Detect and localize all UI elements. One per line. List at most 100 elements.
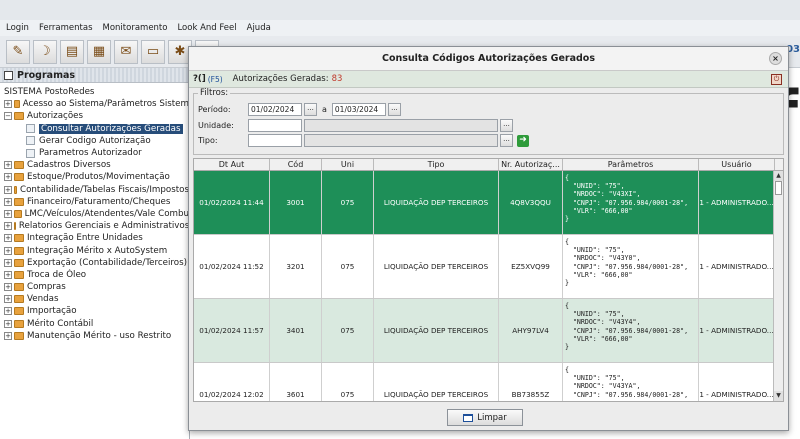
clear-button-label: Limpar — [477, 412, 507, 423]
col-parametros[interactable]: Parâmetros — [563, 159, 699, 170]
expand-icon[interactable]: + — [4, 173, 12, 182]
sidebar-item[interactable]: + Mérito Contábil — [0, 318, 189, 330]
table-row[interactable]: 01/02/2024 11:57 3401 075 LIQUIDAÇÃO DEP TE… — [194, 299, 783, 363]
sidebar-item-label: Parametros Autorizador — [39, 148, 142, 159]
toolbar-card-icon[interactable]: ▭ — [141, 39, 165, 64]
sidebar-item[interactable]: + Relatorios Gerenciais e Administrativos — [0, 220, 189, 232]
sidebar-item[interactable]: + Exportação (Contabilidade/Terceiros) — [0, 257, 189, 269]
count-label: Autorizações Geradas: — [232, 74, 329, 84]
sidebar-item[interactable]: + Cadastros Diversos — [0, 159, 189, 171]
toolbar-moon-icon[interactable]: ☽ — [33, 39, 57, 64]
expand-icon[interactable]: + — [4, 331, 12, 340]
sidebar-item[interactable]: + Integração Entre Unidades — [0, 232, 189, 244]
sidebar-item[interactable]: + LMC/Veículos/Atendentes/Vale Combu — [0, 208, 189, 220]
col-nr-autorizacao[interactable]: Nr. Autorizaç... — [499, 159, 563, 170]
sidebar-item[interactable]: Parametros Autorizador — [0, 147, 189, 159]
periodo-from-field[interactable]: 01/02/2024 — [248, 103, 302, 116]
menu-login[interactable]: Login — [6, 23, 29, 33]
cell-uni: 075 — [322, 299, 374, 362]
expand-icon[interactable]: + — [4, 209, 12, 218]
unidade-picker[interactable]: ... — [500, 119, 513, 132]
tipo-label: Tipo: — [198, 136, 218, 145]
expand-icon[interactable]: + — [4, 283, 12, 292]
toolbar-calc-icon[interactable]: ▦ — [87, 39, 111, 64]
expand-icon[interactable]: + — [4, 234, 12, 243]
unidade-name-field — [304, 119, 498, 132]
tree-root[interactable]: SISTEMA PostoRedes — [0, 86, 189, 98]
collapse-icon[interactable]: − — [4, 112, 12, 121]
sidebar-item[interactable]: − Autorizações — [0, 110, 189, 122]
menu-ferramentas[interactable]: Ferramentas — [39, 23, 93, 33]
sidebar-title: Programas — [17, 69, 76, 81]
cell-tipo: LIQUIDAÇÃO DEP TERCEIROS — [374, 171, 499, 234]
sidebar-item[interactable]: + Vendas — [0, 293, 189, 305]
cell-tipo: LIQUIDAÇÃO DEP TERCEIROS — [374, 235, 499, 298]
cell-parametros: { "UNID": "75", "NRDOC": "V43XI", "CNPJ"… — [563, 171, 699, 234]
expand-icon[interactable]: + — [4, 161, 12, 170]
cell-tipo: LIQUIDAÇÃO DEP TERCEIROS — [374, 299, 499, 362]
col-dt-aut[interactable]: Dt Aut — [194, 159, 270, 170]
col-uni[interactable]: Uni — [322, 159, 374, 170]
cell-parametros: { "UNID": "75", "NRDOC": "V43YA", "CNPJ"… — [563, 363, 699, 401]
folder-icon — [14, 246, 24, 255]
periodo-to-field[interactable]: 01/03/2024 — [331, 103, 386, 116]
menu-monitoramento[interactable]: Monitoramento — [103, 23, 168, 33]
sidebar-item[interactable]: + Acesso ao Sistema/Parâmetros Sistem — [0, 98, 189, 110]
table-row[interactable]: 01/02/2024 12:02 3601 075 LIQUIDAÇÃO DEP TE… — [194, 363, 783, 401]
unidade-code-field[interactable] — [248, 119, 302, 132]
scroll-down-icon[interactable]: ▼ — [774, 391, 783, 401]
toolbar-doc-icon[interactable]: ✉ — [114, 39, 138, 64]
vertical-scrollbar[interactable]: ▲ ▼ — [773, 171, 783, 401]
sidebar-item[interactable]: + Manutenção Mérito - uso Restrito — [0, 330, 189, 342]
help-icon[interactable]: ?(] — [193, 74, 206, 84]
expand-icon[interactable]: + — [4, 222, 12, 231]
sidebar-item[interactable]: + Compras — [0, 281, 189, 293]
close-icon[interactable]: × — [769, 52, 782, 65]
sidebar-item[interactable]: + Integração Mérito x AutoSystem — [0, 244, 189, 256]
sidebar-item[interactable]: + Contabilidade/Tabelas Fiscais/Impostos — [0, 184, 189, 196]
sidebar-item-label: Acesso ao Sistema/Parâmetros Sistem — [22, 99, 189, 110]
expand-icon[interactable]: + — [4, 270, 12, 279]
scroll-thumb[interactable] — [775, 181, 782, 195]
programs-sidebar: Programas SISTEMA PostoRedes + Acesso ao … — [0, 68, 190, 439]
exit-icon[interactable]: ⏻ — [771, 74, 782, 85]
cell-parametros: { "UNID": "75", "NRDOC": "V43Y0", "CNPJ"… — [563, 235, 699, 298]
expand-icon[interactable]: + — [4, 246, 12, 255]
tipo-code-field[interactable] — [248, 134, 302, 147]
sidebar-item-label: Mérito Contábil — [27, 318, 94, 329]
expand-icon[interactable]: + — [4, 100, 12, 109]
periodo-to-picker[interactable]: ... — [387, 103, 401, 116]
table-row[interactable]: 01/02/2024 11:52 3201 075 LIQUIDAÇÃO DEP TE… — [194, 235, 783, 299]
search-arrow-icon[interactable]: ➜ — [517, 134, 529, 147]
cell-dt-aut: 01/02/2024 12:02 — [194, 363, 270, 401]
menu-ajuda[interactable]: Ajuda — [247, 23, 271, 33]
document-icon — [26, 124, 35, 134]
expand-icon[interactable]: + — [4, 307, 12, 316]
sidebar-item[interactable]: + Financeiro/Faturamento/Cheques — [0, 196, 189, 208]
sidebar-item[interactable]: + Importação — [0, 305, 189, 317]
cell-uni: 075 — [322, 235, 374, 298]
sidebar-item[interactable]: + Troca de Óleo — [0, 269, 189, 281]
expand-icon[interactable]: + — [4, 319, 12, 328]
sidebar-item[interactable]: Gerar Codigo Autorização — [0, 135, 189, 147]
col-usuario[interactable]: Usuário — [699, 159, 775, 170]
toolbar-tool-icon[interactable]: ✎ — [6, 39, 30, 64]
expand-icon[interactable]: + — [4, 197, 12, 206]
toolbar-printer-icon[interactable]: ▤ — [60, 39, 84, 64]
expand-icon[interactable]: + — [4, 258, 12, 267]
tipo-picker[interactable]: ... — [500, 134, 513, 147]
menu-look-and-feel[interactable]: Look And Feel — [177, 23, 236, 33]
expand-icon[interactable]: + — [4, 185, 12, 194]
sidebar-item[interactable]: Consultar Autorizações Geradas — [0, 123, 189, 135]
sidebar-item[interactable]: + Estoque/Produtos/Movimentação — [0, 171, 189, 183]
table-row[interactable]: 01/02/2024 11:44 3001 075 LIQUIDAÇÃO DEP TE… — [194, 171, 783, 235]
cell-cod: 3001 — [270, 171, 322, 234]
expand-icon[interactable]: + — [4, 295, 12, 304]
col-cod[interactable]: Cód — [270, 159, 322, 170]
col-tipo[interactable]: Tipo — [374, 159, 499, 170]
folder-icon — [13, 209, 22, 218]
periodo-from-picker[interactable]: ... — [304, 103, 317, 116]
cell-cod: 3401 — [270, 299, 322, 362]
clear-button[interactable]: Limpar — [447, 409, 523, 426]
scroll-up-icon[interactable]: ▲ — [774, 171, 783, 181]
